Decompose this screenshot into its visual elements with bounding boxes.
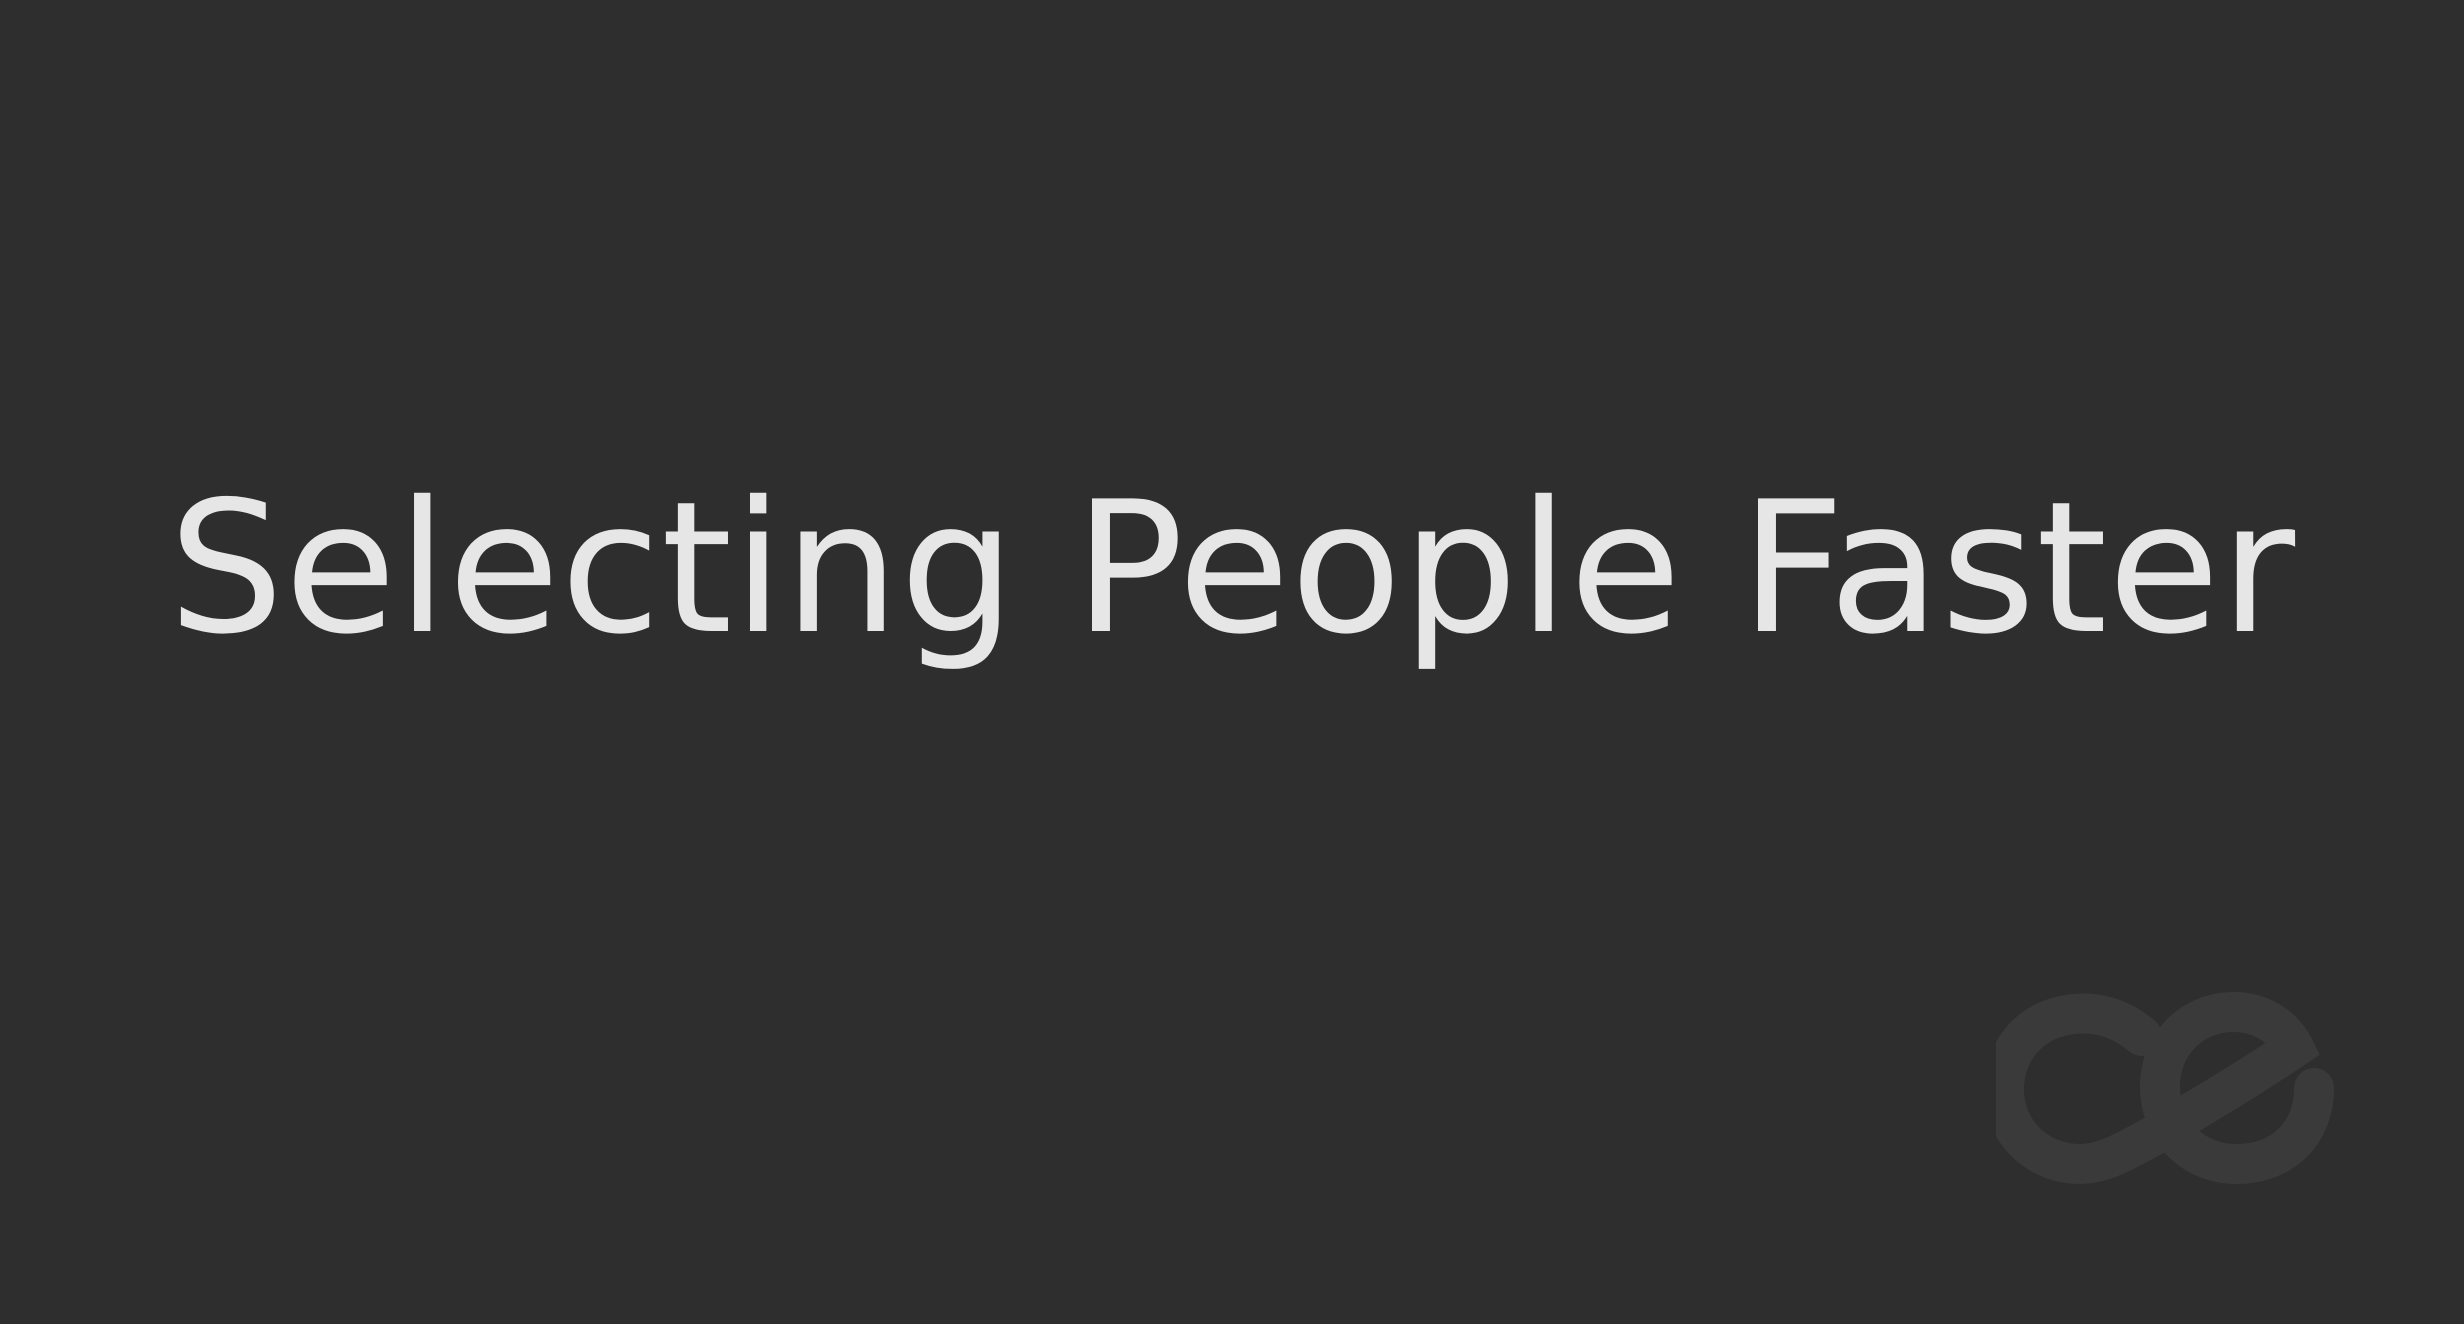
title-slide: Selecting People Faster (0, 0, 2464, 1324)
ce-logo-icon (1996, 992, 2334, 1185)
slide-title: Selecting People Faster (168, 462, 2296, 674)
